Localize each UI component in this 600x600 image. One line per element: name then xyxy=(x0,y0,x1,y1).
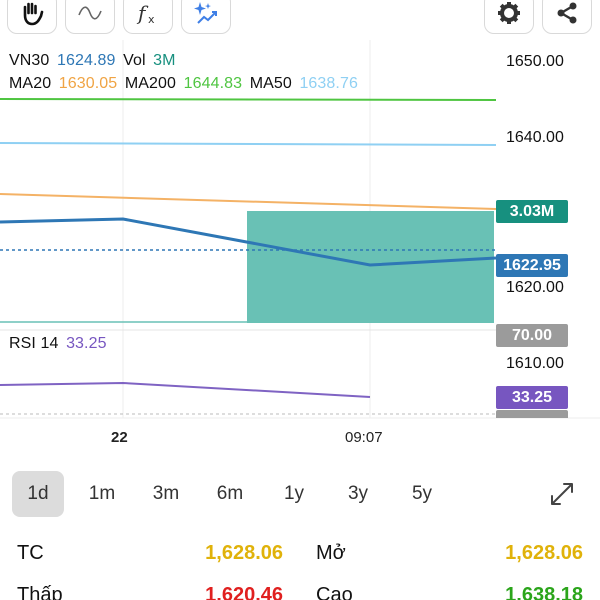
rsi-line xyxy=(0,381,371,398)
y-axis-label: 1610.00 xyxy=(506,355,564,372)
reference-price-label: TC xyxy=(17,542,44,564)
rsi-value: 33.25 xyxy=(66,335,107,352)
open-price-label: Mở xyxy=(316,542,346,564)
rsi-level-badge: 70.00 xyxy=(496,324,568,347)
svg-text:x: x xyxy=(148,13,155,26)
range-selector: 1d 1m 3m 6m 1y 3y 5y xyxy=(12,471,588,517)
wave-indicator-icon xyxy=(78,6,102,20)
expand-icon[interactable] xyxy=(548,480,576,508)
y-axis-label: 1640.00 xyxy=(506,129,564,146)
range-1d[interactable]: 1d xyxy=(12,471,64,517)
hand-draw-icon xyxy=(23,2,44,26)
low-price-value: 1,620.46 xyxy=(205,584,283,600)
x-axis-label: 22 xyxy=(111,429,128,446)
price-badge: 1622.95 xyxy=(496,254,568,277)
range-1m[interactable]: 1m xyxy=(76,471,128,517)
high-price-value: 1,638.18 xyxy=(505,584,583,600)
ma50-line xyxy=(0,142,497,146)
x-axis-label: 09:07 xyxy=(345,429,383,446)
ma50-label: MA50 xyxy=(249,75,292,92)
settings-button[interactable] xyxy=(484,0,534,34)
rsi-lower-badge xyxy=(496,410,568,418)
rsi-value-badge: 33.25 xyxy=(496,386,568,409)
legend-price-row: VN30 1624.89 Vol 3M xyxy=(9,52,179,70)
ma20-value: 1630.05 xyxy=(58,75,118,92)
share-button[interactable] xyxy=(542,0,592,34)
legend-ma-row: MA20 1630.05 MA200 1644.83 MA50 1638.76 xyxy=(9,75,361,93)
symbol-label: VN30 xyxy=(9,52,50,69)
hand-draw-button[interactable] xyxy=(7,0,57,34)
ma200-label: MA200 xyxy=(124,75,177,92)
legend-rsi-row: RSI 14 33.25 xyxy=(9,335,110,353)
volume-value: 3M xyxy=(153,52,176,69)
reference-price-value: 1,628.06 xyxy=(205,542,283,564)
range-3m[interactable]: 3m xyxy=(140,471,192,517)
ai-analysis-button[interactable] xyxy=(181,0,231,34)
function-button[interactable]: fx xyxy=(123,0,173,34)
price-chart[interactable]: VN30 1624.89 Vol 3M MA20 1630.05 MA200 1… xyxy=(0,40,600,458)
ma200-line xyxy=(0,98,497,101)
high-price-label: Cao xyxy=(316,584,353,600)
rsi-label: RSI 14 xyxy=(9,335,59,352)
y-axis-label: 1620.00 xyxy=(506,279,564,296)
function-fx-icon: fx xyxy=(136,1,155,26)
gear-icon xyxy=(498,2,520,24)
volume-badge: 3.03M xyxy=(496,200,568,223)
low-price-label: Thấp xyxy=(17,584,63,600)
current-price-value: 1624.89 xyxy=(56,52,116,69)
share-icon xyxy=(557,2,577,24)
range-3y[interactable]: 3y xyxy=(332,471,384,517)
ma20-label: MA20 xyxy=(9,75,52,92)
ma200-value: 1644.83 xyxy=(183,75,243,92)
range-1y[interactable]: 1y xyxy=(268,471,320,517)
range-6m[interactable]: 6m xyxy=(204,471,256,517)
ma50-value: 1638.76 xyxy=(299,75,358,92)
y-axis-label: 1650.00 xyxy=(506,53,564,70)
chart-toolbar: fx xyxy=(0,0,600,36)
range-5y[interactable]: 5y xyxy=(396,471,448,517)
indicator-button[interactable] xyxy=(65,0,115,34)
open-price-value: 1,628.06 xyxy=(505,542,583,564)
ma20-line xyxy=(0,193,497,210)
volume-bar xyxy=(247,211,494,323)
volume-label: Vol xyxy=(123,52,146,69)
ai-sparkle-chart-icon xyxy=(194,2,217,24)
